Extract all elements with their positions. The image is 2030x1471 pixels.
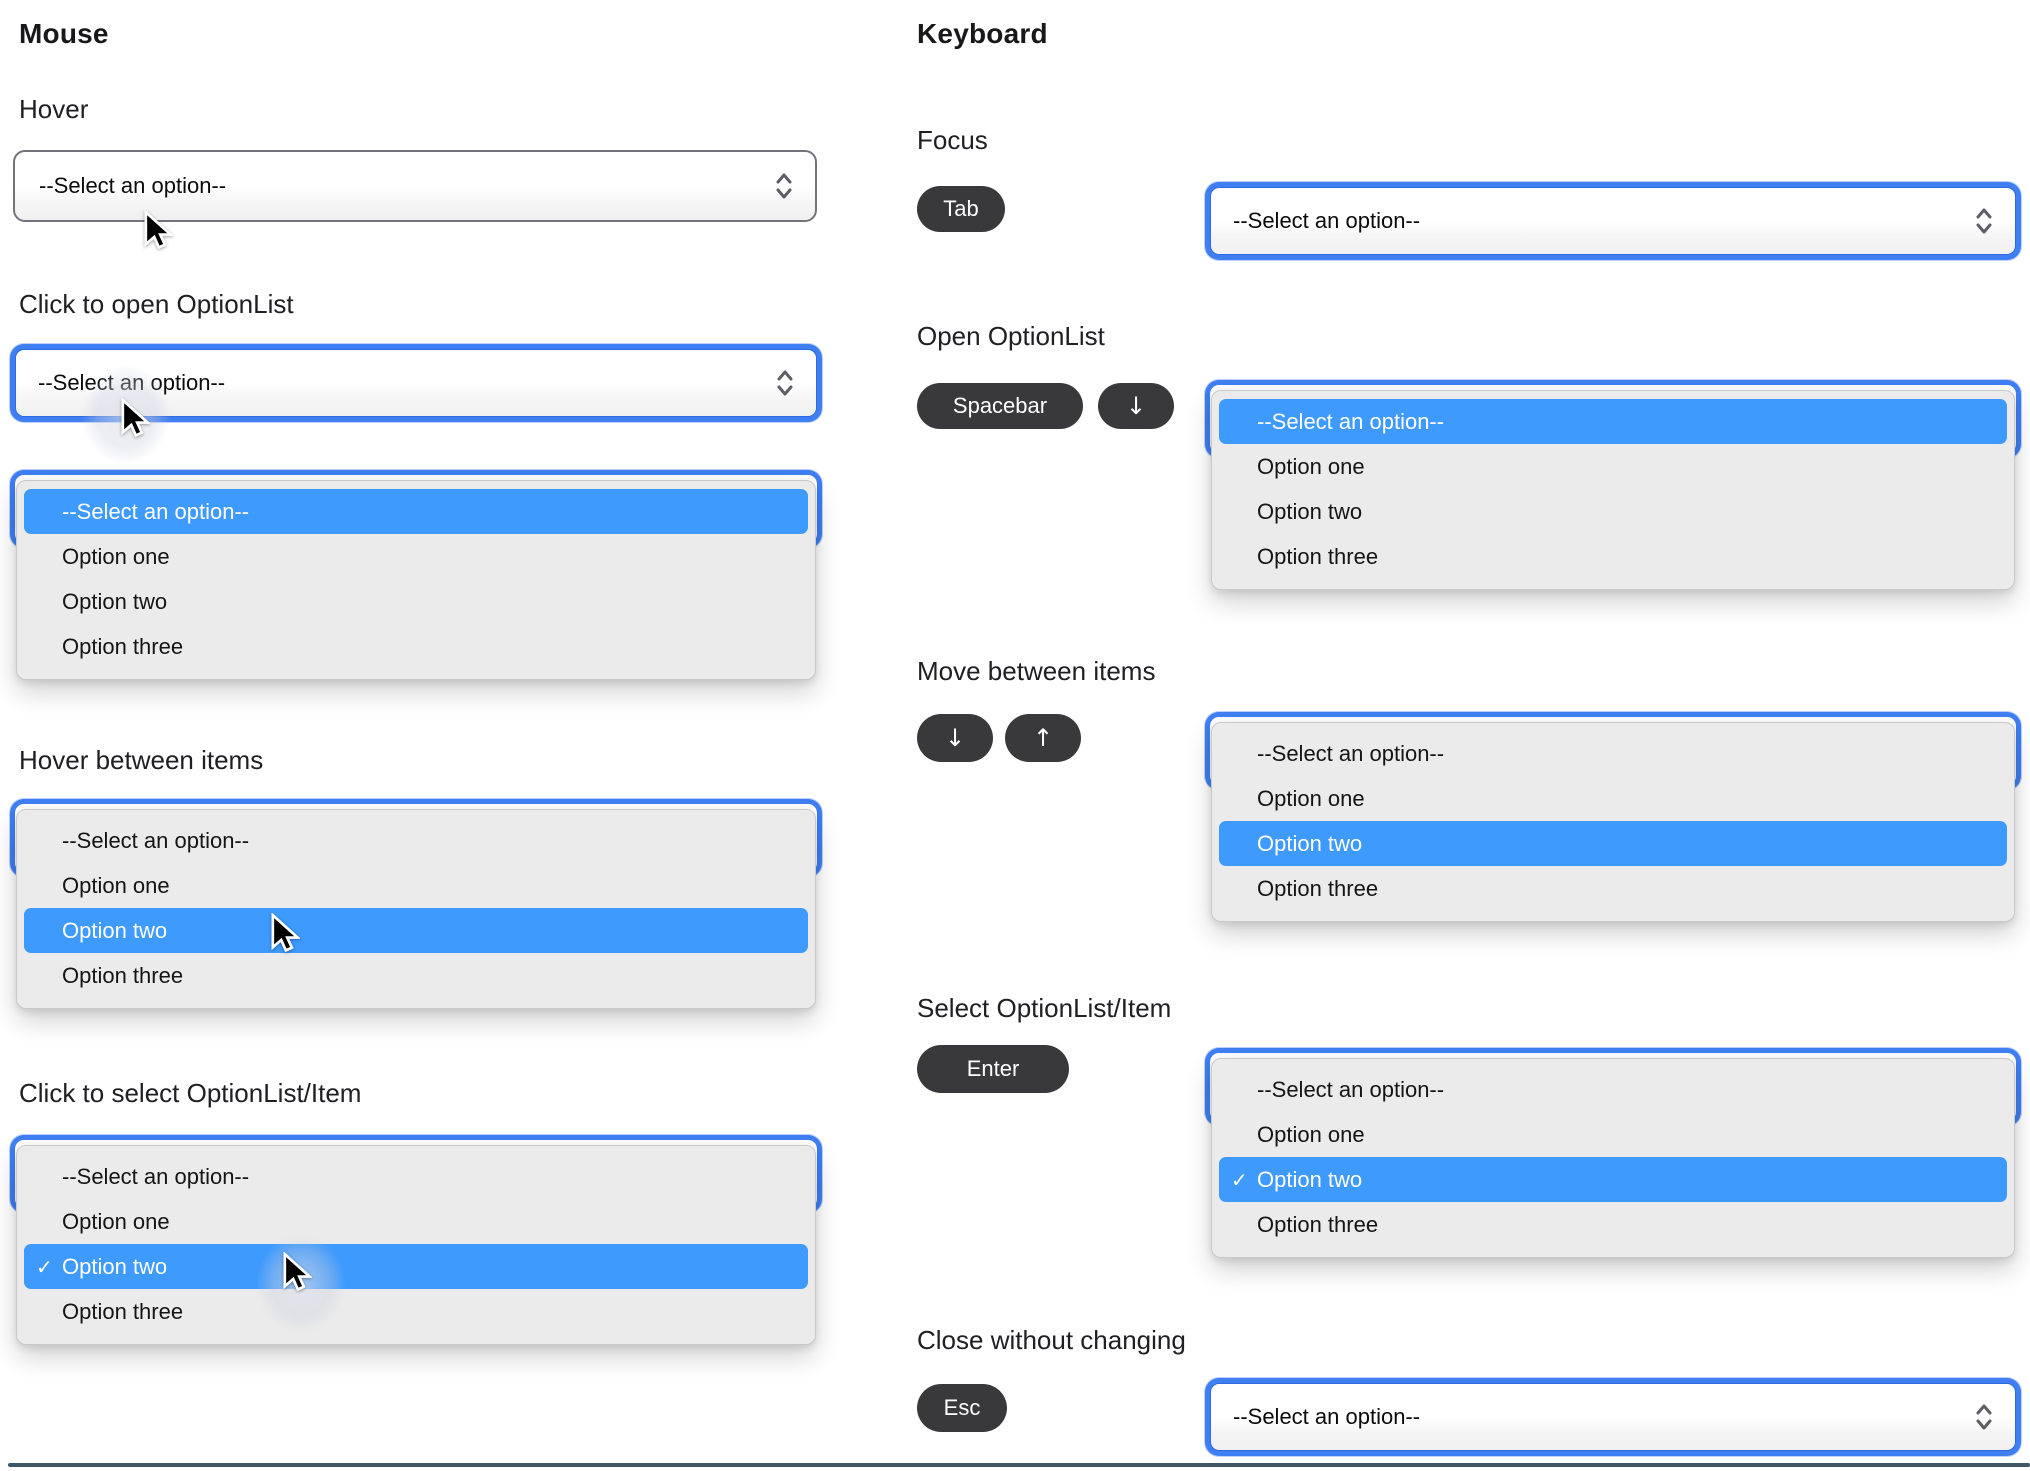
select-item-label: Select OptionList/Item [917, 993, 1172, 1023]
bottom-divider [8, 1463, 2030, 1467]
option-label: Option two [62, 917, 168, 943]
option-label: Option two [62, 1253, 168, 1279]
option-label: Option three [1257, 1211, 1379, 1237]
option-label: --Select an option-- [1257, 740, 1445, 766]
mouse-heading: Mouse [19, 18, 109, 49]
check-icon: ✓ [36, 1254, 53, 1279]
option-label: Option two [1257, 830, 1363, 856]
option-row-one[interactable]: Option one [1219, 444, 2007, 489]
key-badge-arrow-up: ↑ [1005, 714, 1081, 762]
stepper-icon [776, 173, 792, 199]
option-label: Option three [1257, 543, 1379, 569]
key-badge-spacebar: Spacebar [917, 383, 1083, 429]
option-label: Option one [62, 872, 170, 898]
select-placeholder: --Select an option-- [39, 173, 227, 198]
cursor-icon [144, 210, 173, 250]
optionlist-panel: --Select an option-- Option one Option t… [16, 809, 816, 1009]
select-placeholder: --Select an option-- [1233, 208, 1421, 233]
optionlist-panel: --Select an option-- Option one ✓ Option… [1211, 1058, 2015, 1258]
click-select-label: Click to select OptionList/Item [19, 1078, 362, 1108]
option-row-two[interactable]: Option two [1219, 489, 2007, 534]
check-icon: ✓ [1231, 1167, 1248, 1192]
key-badge-tab: Tab [917, 186, 1005, 232]
option-label: Option three [62, 633, 184, 659]
cursor-icon [283, 1252, 312, 1292]
option-row-three[interactable]: Option three [1219, 534, 2007, 579]
option-row-one[interactable]: Option one [1219, 776, 2007, 821]
optionlist-dropdown-move: --Select an option-- Option one Option t… [1205, 712, 2021, 926]
close-select[interactable]: --Select an option-- [1205, 1378, 2021, 1456]
option-label: --Select an option-- [1257, 408, 1445, 434]
optionlist-panel: --Select an option-- Option one ✓ Option… [16, 1145, 816, 1345]
key-badge-enter: Enter [917, 1045, 1069, 1093]
open-optionlist-label: Open OptionList [917, 321, 1105, 351]
option-row-placeholder[interactable]: --Select an option-- [24, 489, 808, 534]
keyboard-heading: Keyboard [917, 18, 1048, 49]
select-placeholder: --Select an option-- [1233, 1404, 1421, 1429]
option-label: Option three [62, 1298, 184, 1324]
option-label: Option two [1257, 498, 1363, 524]
option-row-one[interactable]: Option one [1219, 1112, 2007, 1157]
option-row-three[interactable]: Option three [24, 624, 808, 669]
optionlist-dropdown-hover: --Select an option-- Option one Option t… [10, 799, 822, 1013]
option-row-three[interactable]: Option three [24, 953, 808, 998]
key-badge-arrow-down: ↓ [917, 714, 993, 762]
option-label: --Select an option-- [62, 1163, 250, 1189]
optionlist-dropdown-open-kb: --Select an option-- Option one Option t… [1205, 380, 2021, 594]
focus-select[interactable]: --Select an option-- [1205, 182, 2021, 260]
hover-items-label: Hover between items [19, 745, 264, 775]
stepper-icon [1976, 1404, 1992, 1430]
option-row-two-selected[interactable]: ✓ Option two [1219, 1157, 2007, 1202]
optionlist-panel: --Select an option-- Option one Option t… [16, 480, 816, 680]
option-row-placeholder[interactable]: --Select an option-- [24, 818, 808, 863]
option-label: Option one [1257, 1121, 1365, 1147]
option-row-one[interactable]: Option one [24, 863, 808, 908]
option-label: Option two [62, 588, 168, 614]
optionlist-panel: --Select an option-- Option one Option t… [1211, 722, 2015, 922]
optionlist-dropdown-select-kb: --Select an option-- Option one ✓ Option… [1205, 1048, 2021, 1262]
cursor-icon [271, 913, 300, 953]
option-row-three[interactable]: Option three [1219, 866, 2007, 911]
key-badge-arrow-down: ↓ [1098, 383, 1174, 429]
optionlist-panel: --Select an option-- Option one Option t… [1211, 390, 2015, 590]
option-row-three[interactable]: Option three [1219, 1202, 2007, 1247]
page: Mouse Hover --Select an option-- Click t… [0, 0, 2030, 1471]
hover-label: Hover [19, 94, 89, 124]
option-row-one[interactable]: Option one [24, 1199, 808, 1244]
option-label: --Select an option-- [62, 827, 250, 853]
option-label: --Select an option-- [1257, 1076, 1445, 1102]
option-label: Option one [62, 1208, 170, 1234]
option-label: Option three [62, 962, 184, 988]
option-row-two[interactable]: Option two [24, 908, 808, 953]
option-row-placeholder[interactable]: --Select an option-- [1219, 399, 2007, 444]
optionlist-dropdown-select: --Select an option-- Option one ✓ Option… [10, 1135, 822, 1349]
option-row-two-selected[interactable]: ✓ Option two [24, 1244, 808, 1289]
option-row-placeholder[interactable]: --Select an option-- [1219, 731, 2007, 776]
option-label: Option three [1257, 875, 1379, 901]
close-label: Close without changing [917, 1325, 1186, 1355]
option-label: Option two [1257, 1166, 1363, 1192]
move-items-label: Move between items [917, 656, 1156, 686]
stepper-icon [1976, 208, 1992, 234]
focus-label: Focus [917, 125, 988, 155]
option-row-three[interactable]: Option three [24, 1289, 808, 1334]
hover-select[interactable]: --Select an option-- [13, 150, 817, 222]
option-row-one[interactable]: Option one [24, 534, 808, 579]
option-row-two[interactable]: Option two [1219, 821, 2007, 866]
option-label: Option one [1257, 785, 1365, 811]
optionlist-dropdown-open: --Select an option-- Option one Option t… [10, 470, 822, 684]
option-label: Option one [1257, 453, 1365, 479]
option-row-placeholder[interactable]: --Select an option-- [24, 1154, 808, 1199]
cursor-icon [121, 398, 150, 438]
option-row-placeholder[interactable]: --Select an option-- [1219, 1067, 2007, 1112]
option-row-two[interactable]: Option two [24, 579, 808, 624]
key-badge-esc: Esc [917, 1384, 1007, 1432]
option-label: --Select an option-- [62, 498, 250, 524]
click-open-label: Click to open OptionList [19, 289, 294, 319]
stepper-icon [777, 370, 793, 396]
option-label: Option one [62, 543, 170, 569]
